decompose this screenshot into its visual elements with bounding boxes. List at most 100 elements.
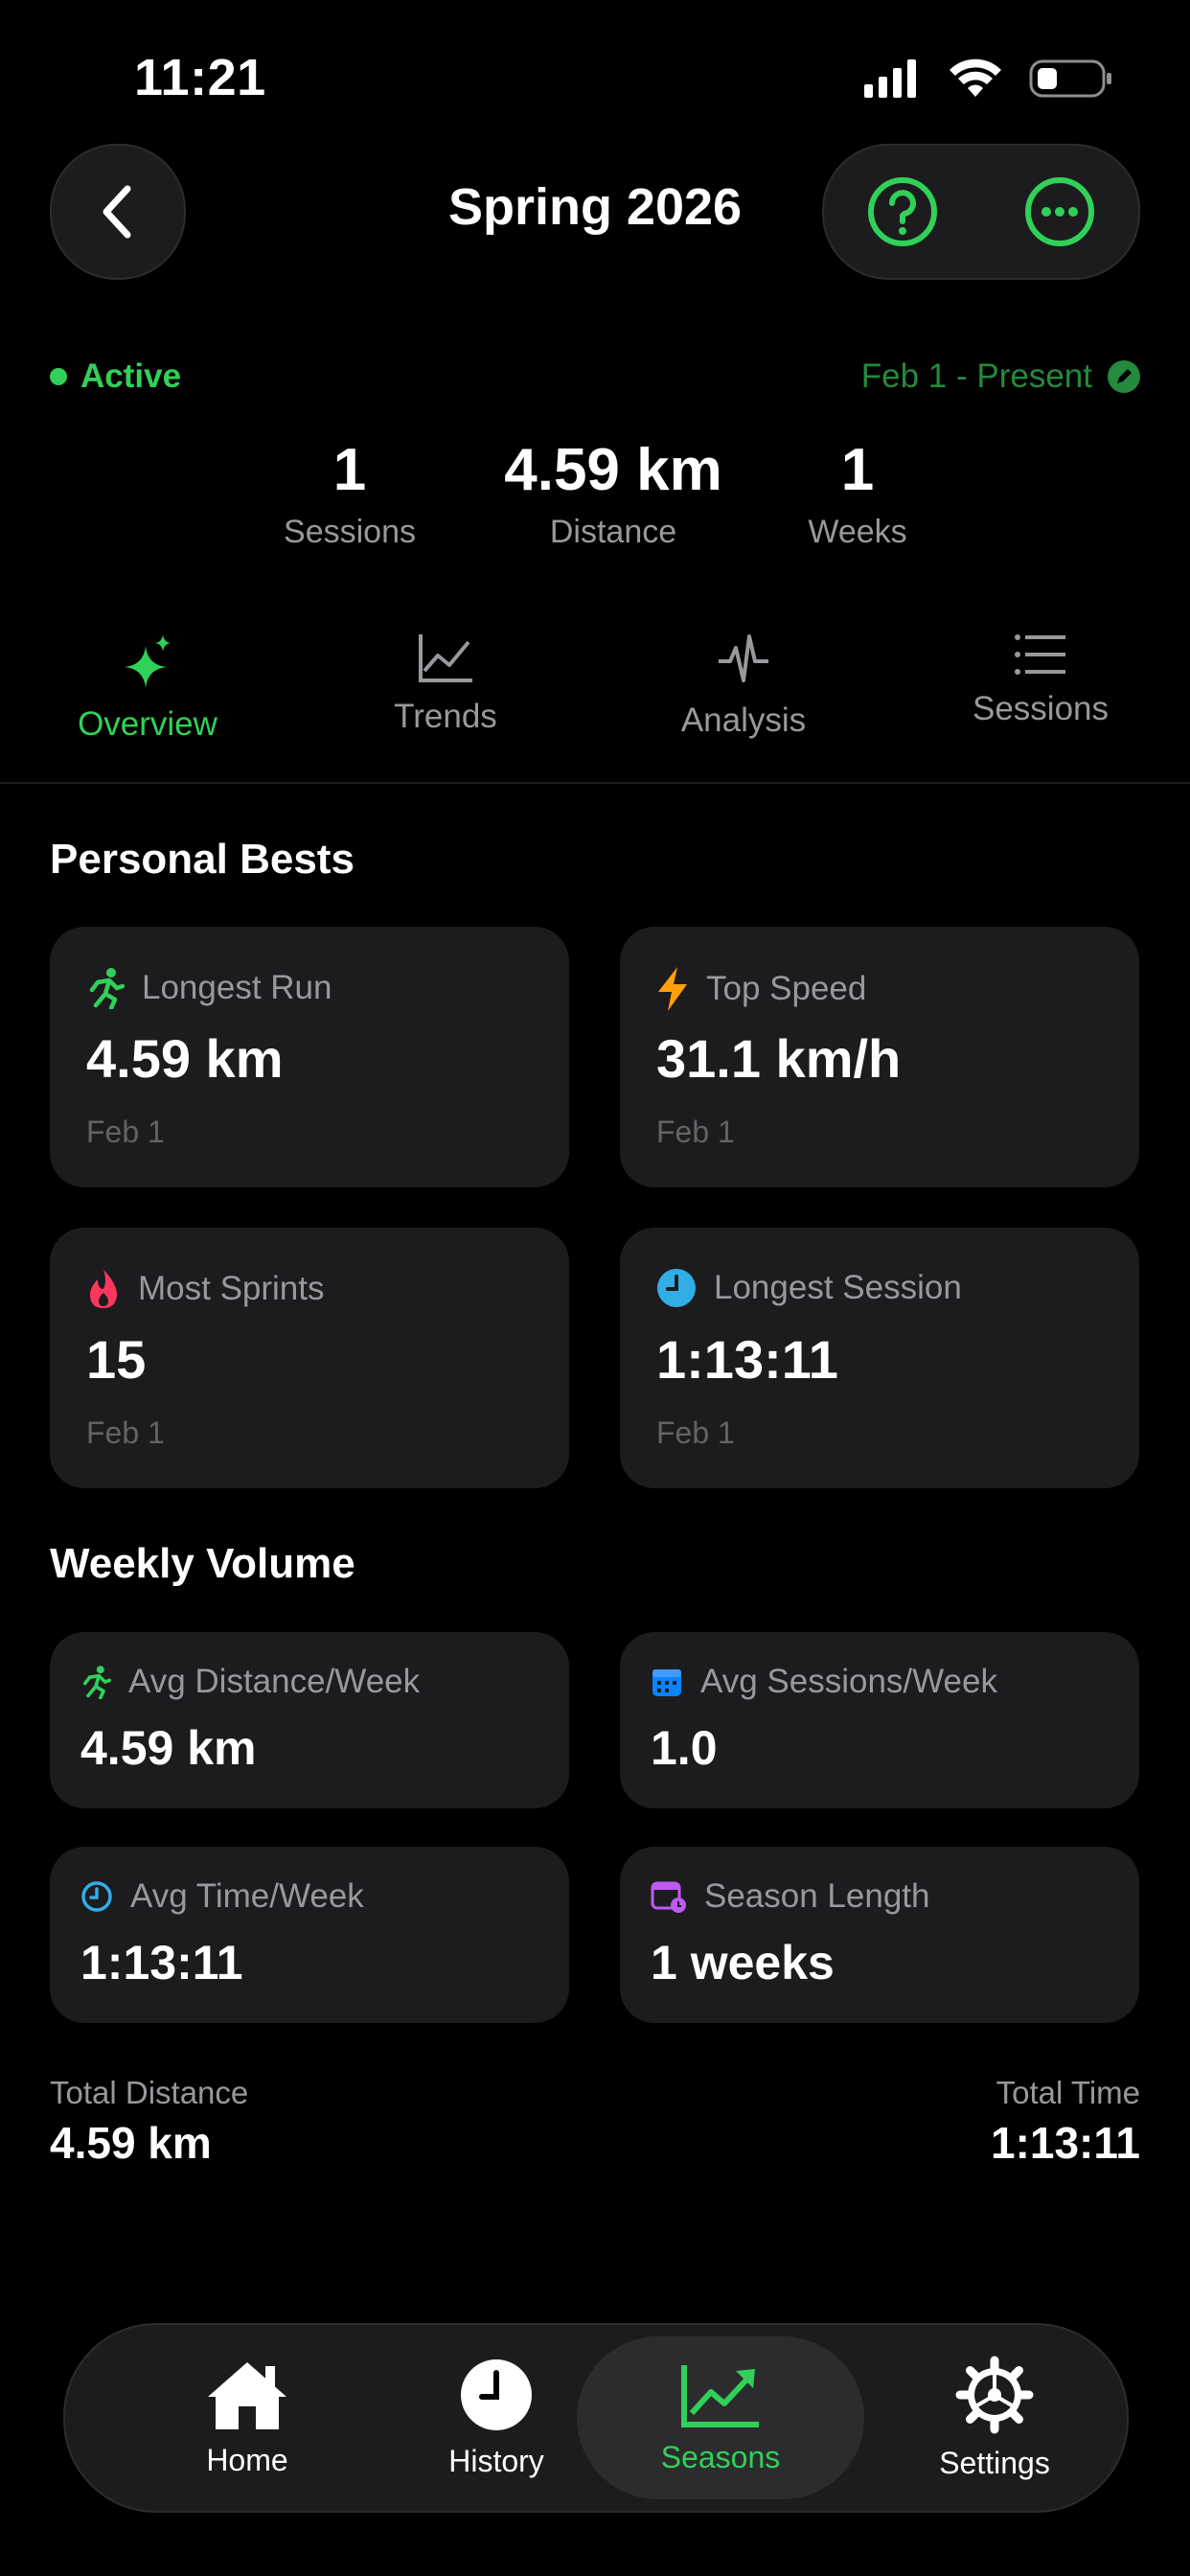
card-label: Top Speed bbox=[706, 970, 867, 1007]
stat-label: Distance bbox=[549, 514, 677, 550]
stat-weeks: 1 Weeks bbox=[762, 436, 953, 551]
pencil-icon bbox=[1108, 360, 1140, 393]
card-value: 1.0 bbox=[651, 1721, 718, 1775]
stat-label: Sessions bbox=[284, 514, 416, 550]
tab-label: Analysis bbox=[680, 702, 807, 739]
season-status: Active bbox=[50, 357, 181, 396]
stat-distance: 4.59 km Distance bbox=[469, 436, 757, 551]
card-value: 4.59 km bbox=[80, 1721, 257, 1775]
pb-card-longest-run[interactable]: Longest Run 4.59 km Feb 1 bbox=[50, 927, 569, 1187]
card-header: Avg Distance/Week bbox=[80, 1663, 420, 1701]
tabbar-seasons[interactable]: Seasons bbox=[577, 2336, 864, 2499]
chart-up-icon bbox=[681, 2364, 759, 2427]
card-header: Top Speed bbox=[656, 967, 866, 1011]
gear-icon bbox=[955, 2356, 1034, 2433]
tabbar-label: Home bbox=[206, 2442, 288, 2477]
tab-overview[interactable]: Overview bbox=[42, 632, 253, 744]
card-header: Most Sprints bbox=[86, 1268, 325, 1310]
clock-icon bbox=[461, 2358, 532, 2430]
wifi-icon bbox=[950, 58, 1001, 97]
ellipsis-circle-icon bbox=[1025, 177, 1094, 246]
calendar-clock-icon bbox=[651, 1881, 686, 1913]
total-distance-label: Total Distance bbox=[50, 2075, 249, 2110]
status-icons bbox=[864, 58, 1113, 100]
tabbar-label: Seasons bbox=[660, 2439, 781, 2474]
weekly-volume-title: Weekly Volume bbox=[50, 1540, 355, 1587]
clock-icon bbox=[657, 1269, 696, 1307]
tabbar-label: Settings bbox=[939, 2445, 1050, 2480]
tab-analysis[interactable]: Analysis bbox=[638, 632, 849, 740]
help-button[interactable] bbox=[864, 173, 941, 250]
card-date: Feb 1 bbox=[656, 1115, 735, 1149]
wv-card-avg-distance[interactable]: Avg Distance/Week 4.59 km bbox=[50, 1632, 569, 1808]
tab-sessions[interactable]: Sessions bbox=[935, 632, 1146, 728]
tab-trends[interactable]: Trends bbox=[340, 632, 551, 736]
total-time: Total Time 1:13:11 bbox=[991, 2075, 1140, 2169]
stat-value: 4.59 km bbox=[504, 437, 722, 503]
tabs-divider bbox=[0, 782, 1190, 784]
stat-sessions: 1 Sessions bbox=[254, 436, 446, 551]
tabbar-label: History bbox=[448, 2443, 544, 2478]
card-label: Most Sprints bbox=[138, 1270, 325, 1307]
tab-label: Overview bbox=[78, 705, 217, 743]
card-header: Season Length bbox=[651, 1877, 929, 1916]
question-circle-icon bbox=[868, 177, 937, 246]
house-icon bbox=[208, 2361, 286, 2429]
tabbar-home[interactable]: Home bbox=[142, 2325, 353, 2511]
personal-bests-title: Personal Bests bbox=[50, 836, 355, 883]
card-header: Longest Session bbox=[656, 1268, 962, 1308]
cellular-signal-icon bbox=[864, 59, 916, 98]
list-icon bbox=[1015, 634, 1065, 675]
total-time-label: Total Time bbox=[995, 2075, 1140, 2110]
pb-card-longest-session[interactable]: Longest Session 1:13:11 Feb 1 bbox=[620, 1228, 1139, 1488]
total-distance-value: 4.59 km bbox=[50, 2118, 212, 2168]
card-header: Avg Sessions/Week bbox=[651, 1663, 997, 1701]
card-value: 31.1 km/h bbox=[656, 1028, 902, 1089]
stat-value: 1 bbox=[840, 437, 875, 503]
date-range-label: Feb 1 - Present bbox=[860, 357, 1092, 395]
wv-card-season-length[interactable]: Season Length 1 weeks bbox=[620, 1847, 1139, 2023]
pb-card-most-sprints[interactable]: Most Sprints 15 Feb 1 bbox=[50, 1228, 569, 1488]
card-label: Avg Distance/Week bbox=[128, 1663, 421, 1700]
season-status-label: Active bbox=[80, 357, 182, 395]
card-value: 1:13:11 bbox=[80, 1936, 243, 1990]
card-value: 4.59 km bbox=[86, 1028, 284, 1089]
card-header: Longest Run bbox=[86, 967, 332, 1009]
card-date: Feb 1 bbox=[86, 1115, 165, 1149]
card-label: Avg Sessions/Week bbox=[700, 1663, 997, 1700]
pb-card-top-speed[interactable]: Top Speed 31.1 km/h Feb 1 bbox=[620, 927, 1139, 1187]
flame-icon bbox=[90, 1270, 117, 1308]
card-header: Avg Time/Week bbox=[80, 1877, 364, 1916]
header-actions bbox=[822, 144, 1140, 280]
card-label: Season Length bbox=[704, 1877, 930, 1915]
card-value: 1:13:11 bbox=[656, 1329, 838, 1390]
card-date: Feb 1 bbox=[656, 1415, 735, 1450]
season-date-range[interactable]: Feb 1 - Present bbox=[861, 357, 1140, 396]
waveform-icon bbox=[719, 634, 768, 682]
stat-value: 1 bbox=[332, 437, 367, 503]
card-label: Longest Session bbox=[714, 1269, 962, 1306]
total-distance: Total Distance 4.59 km bbox=[50, 2075, 248, 2169]
tabbar-settings[interactable]: Settings bbox=[889, 2325, 1100, 2511]
total-time-value: 1:13:11 bbox=[990, 2118, 1140, 2168]
clock-icon bbox=[81, 1881, 112, 1912]
tab-label: Sessions bbox=[972, 690, 1110, 727]
status-dot-icon bbox=[50, 368, 67, 385]
more-button[interactable] bbox=[1021, 173, 1098, 250]
card-label: Avg Time/Week bbox=[130, 1877, 364, 1915]
runner-icon bbox=[89, 968, 125, 1009]
status-time: 11:21 bbox=[134, 49, 266, 106]
sparkles-icon bbox=[125, 634, 171, 688]
tabbar-history[interactable]: History bbox=[391, 2325, 602, 2511]
card-value: 15 bbox=[86, 1329, 147, 1390]
tab-label: Trends bbox=[394, 698, 497, 735]
card-date: Feb 1 bbox=[86, 1415, 165, 1450]
wv-card-avg-time[interactable]: Avg Time/Week 1:13:11 bbox=[50, 1847, 569, 2023]
battery-icon bbox=[1029, 59, 1111, 98]
line-chart-icon bbox=[419, 634, 472, 682]
wv-card-avg-sessions[interactable]: Avg Sessions/Week 1.0 bbox=[620, 1632, 1139, 1808]
card-label: Longest Run bbox=[142, 969, 332, 1006]
stat-label: Weeks bbox=[808, 514, 907, 550]
bottom-tab-bar: Home History Seasons Settings bbox=[63, 2323, 1129, 2513]
calendar-icon bbox=[652, 1669, 681, 1696]
